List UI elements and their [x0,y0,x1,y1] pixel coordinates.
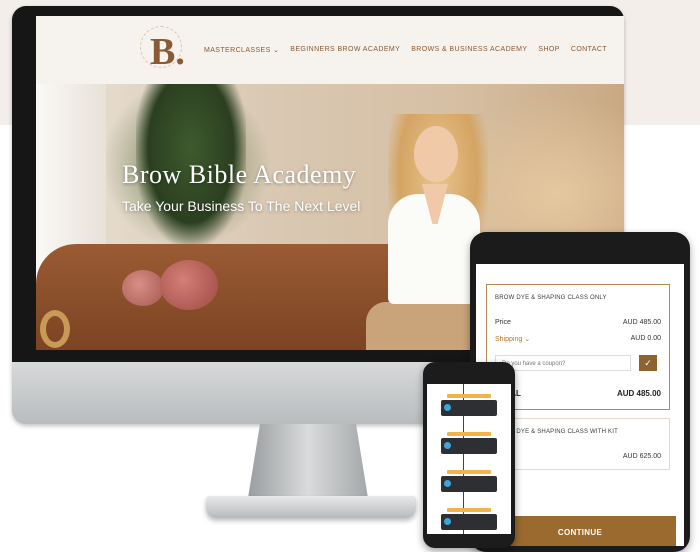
flow-tag [447,470,491,474]
hero-cushion [160,260,218,310]
hero-subtitle: Take Your Business To The Next Level [122,198,361,214]
flow-node[interactable] [441,514,497,530]
hero-person-face [414,126,458,182]
flow-tag [447,394,491,398]
flow-tag [447,432,491,436]
hero-cushion [122,270,164,306]
nav-shop[interactable]: SHOP [538,46,559,54]
flow-node[interactable] [441,400,497,416]
product-title: BROW DYE & SHAPING CLASS ONLY [495,295,607,301]
site-header: B. MASTERCLASSES ⌄ BEGINNERS BROW ACADEM… [36,16,624,84]
nav-contact[interactable]: CONTACT [571,46,607,54]
price-value: AUD 625.00 [622,453,661,460]
flow-dot-icon [444,518,451,525]
phone-device [423,362,515,548]
flow-tag [447,508,491,512]
flow-node[interactable] [441,438,497,454]
hero-title: Brow Bible Academy [122,160,357,189]
check-icon: ✓ [644,358,652,368]
nav-masterclasses[interactable]: MASTERCLASSES ⌄ [204,46,279,54]
coupon-input[interactable]: Do you have a coupon? [495,355,631,371]
monitor-stand-base [206,496,416,518]
logo-letter: B. [150,31,185,73]
flow-node[interactable] [441,476,497,492]
flow-dot-icon [444,442,451,449]
coupon-apply-button[interactable]: ✓ [639,355,657,371]
nav-beginners-brow-academy[interactable]: BEGINNERS BROW ACADEMY [290,46,400,54]
shipping-value: AUD 0.00 [630,335,661,342]
hero-decor [40,310,70,348]
flow-dot-icon [444,480,451,487]
phone-screen [427,384,511,534]
monitor-stand [248,424,368,498]
shipping-toggle[interactable]: Shipping ⌄ [495,335,530,343]
price-label: Price [495,319,511,326]
total-value: AUD 485.00 [616,389,661,398]
price-value: AUD 485.00 [622,319,661,326]
flow-dot-icon [444,404,451,411]
main-nav: MASTERCLASSES ⌄ BEGINNERS BROW ACADEMY B… [204,46,607,54]
site-logo[interactable]: B. [140,26,200,80]
nav-brows-business-academy[interactable]: BROWS & BUSINESS ACADEMY [411,46,527,54]
